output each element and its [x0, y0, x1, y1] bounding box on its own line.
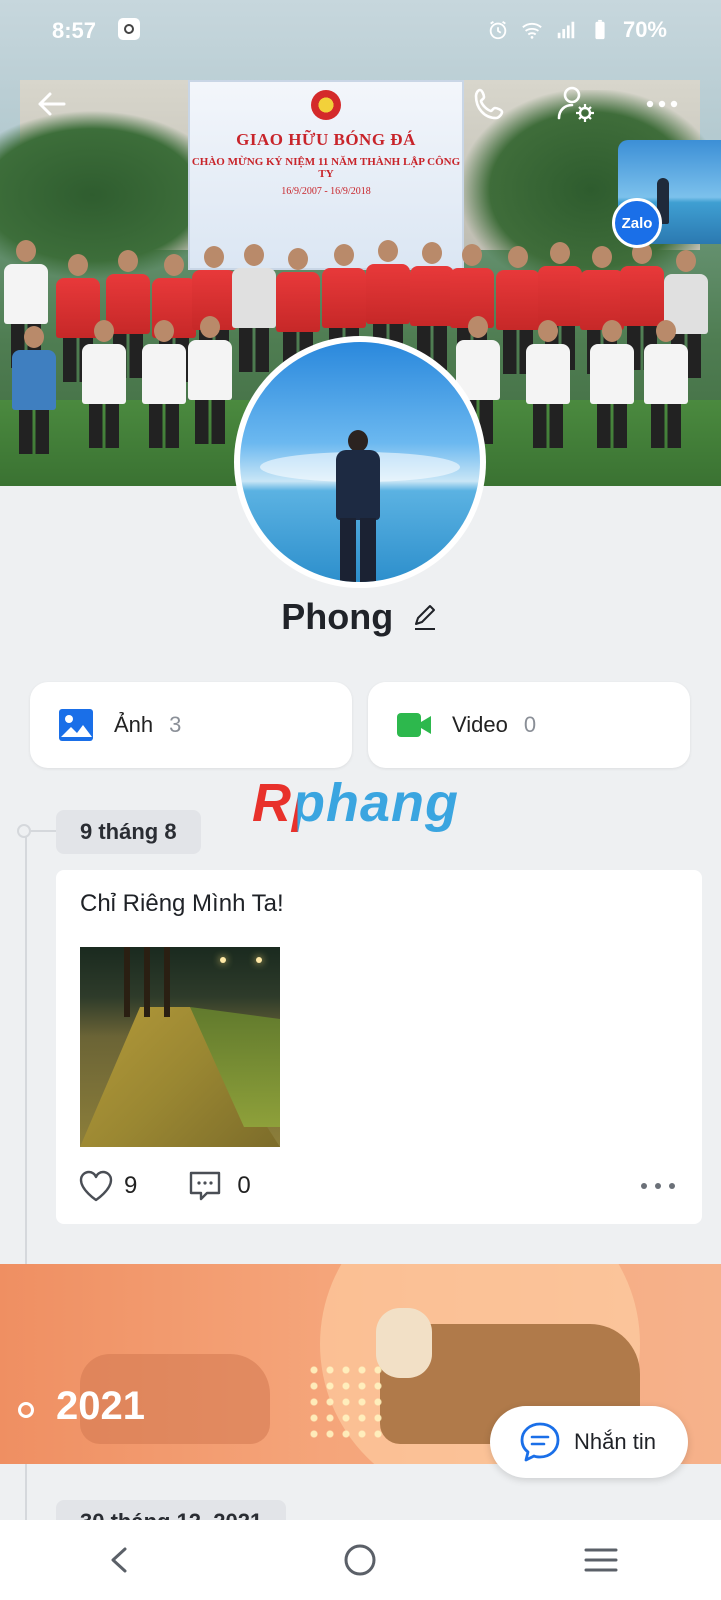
avatar-photo [240, 342, 480, 582]
nav-recents-button[interactable] [571, 1530, 631, 1590]
more-horizontal-icon [646, 100, 678, 108]
back-button[interactable] [30, 82, 74, 126]
status-right-group: 70% [487, 17, 667, 43]
zalo-badge: Zalo [612, 198, 662, 248]
system-nav-bar [0, 1520, 721, 1600]
videos-label: Video [452, 712, 508, 737]
battery-percent: 70% [622, 17, 667, 42]
nav-home-button[interactable] [330, 1530, 390, 1590]
image-icon [59, 709, 93, 741]
wifi-icon [522, 22, 542, 39]
banner-emblem [311, 90, 341, 120]
post-photo[interactable] [80, 947, 280, 1147]
post-date-chip: 9 tháng 8 [56, 810, 201, 854]
banner-date: 16/9/2007 - 16/9/2018 [281, 186, 371, 197]
timeline-post[interactable]: Chỉ Riêng Mình Ta! 9 0 [56, 870, 702, 1224]
photos-button[interactable]: Ảnh 3 [30, 682, 352, 768]
arrow-left-icon [38, 92, 66, 116]
status-time: 8:57 [52, 18, 97, 43]
comment-icon[interactable] [187, 1169, 223, 1203]
profile-name: Phong [281, 596, 394, 637]
menu-lines-icon [584, 1548, 618, 1572]
profile-avatar[interactable] [234, 336, 486, 588]
post-actions: 9 0 [78, 1166, 678, 1206]
profile-name-row: Phong [0, 596, 721, 638]
watermark-logo: Rphang [252, 773, 459, 833]
message-button-label: Nhắn tin [574, 1429, 656, 1454]
chat-bubble-icon [520, 1422, 560, 1462]
photos-count: 3 [169, 712, 182, 737]
home-circle-icon [344, 1544, 376, 1576]
message-button[interactable]: Nhắn tin [490, 1406, 688, 1478]
profile-settings-button[interactable] [554, 82, 598, 126]
comments-count: 0 [237, 1172, 251, 1199]
edit-name-icon[interactable] [410, 602, 440, 632]
year-timeline-dot [18, 1402, 34, 1418]
photos-label: Ảnh [114, 712, 154, 737]
videos-button[interactable]: Video 0 [368, 682, 690, 768]
banner-title: GIAO HỮU BÓNG ĐÁ [236, 130, 416, 149]
timeline-dot [17, 824, 31, 838]
chevron-left-icon [111, 1547, 127, 1573]
videos-count: 0 [523, 712, 537, 737]
signal-icon [557, 21, 575, 39]
year-label: 2021 [56, 1384, 145, 1428]
battery-icon [595, 19, 605, 40]
post-more-icon[interactable] [638, 1180, 678, 1192]
phone-icon [474, 88, 504, 120]
banner-subtitle: CHÀO MỪNG KỶ NIỆM 11 NĂM THÀNH LẬP CÔNG … [191, 156, 461, 180]
user-settings-icon [557, 86, 594, 122]
status-bar: 8:57 70% [0, 0, 721, 62]
post-text: Chỉ Riêng Mình Ta! [80, 890, 284, 917]
more-options-button[interactable] [640, 82, 684, 126]
nav-back-button[interactable] [90, 1530, 150, 1590]
timeline-tick [31, 830, 57, 832]
heart-icon[interactable] [78, 1169, 114, 1203]
call-button[interactable] [468, 82, 512, 126]
alarm-icon [489, 20, 507, 40]
likes-count: 9 [124, 1172, 138, 1199]
notification-app-icon [118, 18, 140, 40]
video-camera-icon [397, 713, 431, 737]
